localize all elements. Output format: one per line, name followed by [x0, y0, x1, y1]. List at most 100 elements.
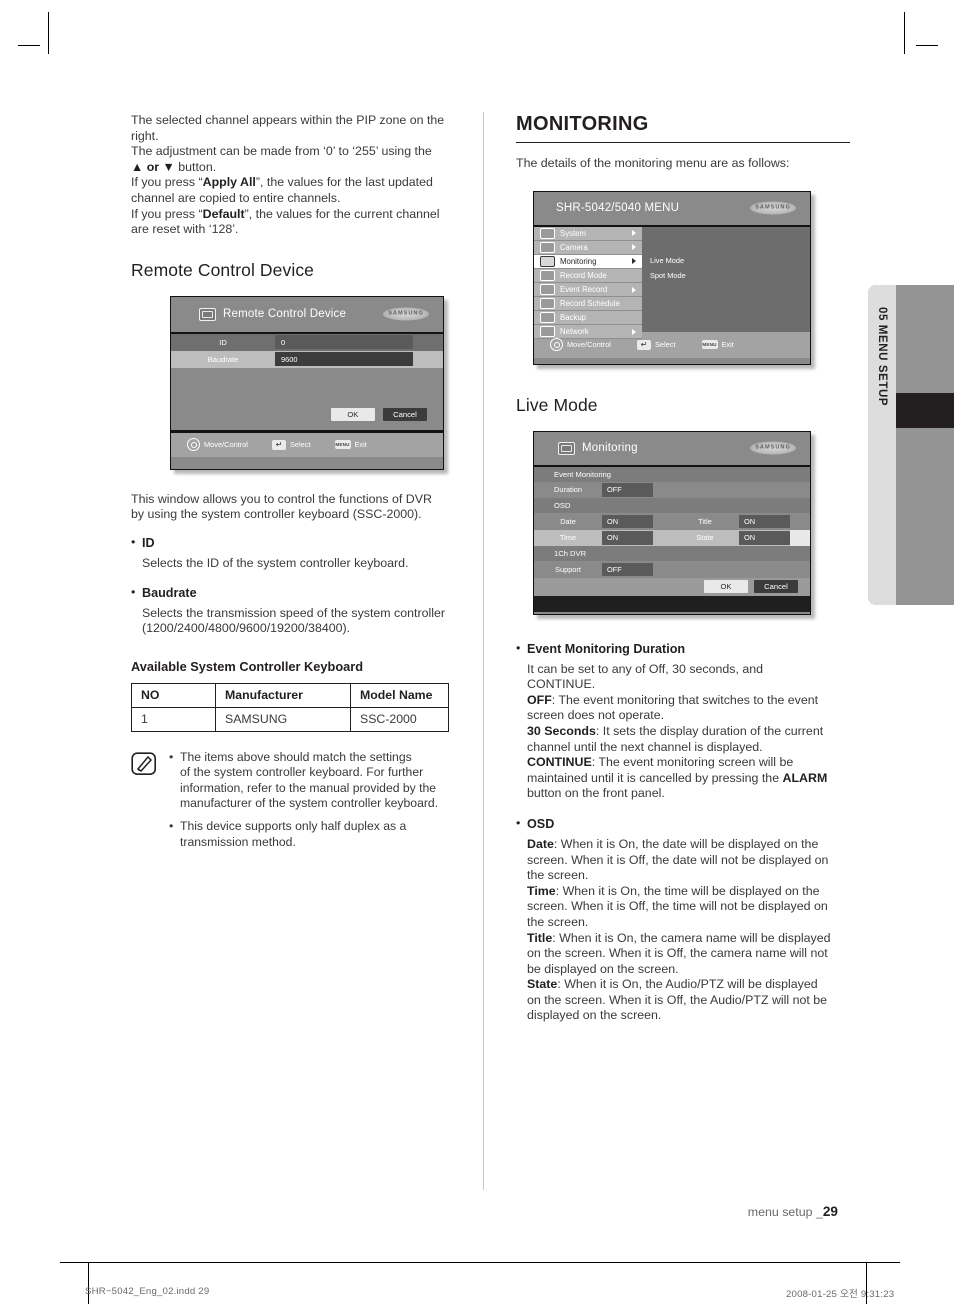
date-label: Date — [560, 516, 576, 526]
duration-value[interactable]: OFF — [602, 483, 653, 497]
chevron-right-icon — [632, 244, 636, 251]
osd-line-12: displayed on the screen. — [527, 1008, 662, 1023]
menu-foot-select-label: Select — [654, 340, 676, 350]
remote-device-icon — [199, 307, 216, 321]
submenu-item-live-mode[interactable]: Live Mode — [650, 256, 810, 265]
bullet-event-duration-label: Event Monitoring Duration — [527, 641, 686, 656]
group-event-monitoring: Event Monitoring — [534, 466, 810, 482]
menu-item-system[interactable]: System — [534, 226, 642, 241]
thumb-tab-label: 05 MENU SETUP — [876, 307, 888, 407]
menu-item-monitoring[interactable]: Monitoring — [534, 254, 642, 269]
page-number: 29 — [822, 1204, 838, 1219]
live-mode-heading: Live Mode — [516, 394, 598, 415]
osd-term-title: Title — [527, 930, 553, 945]
bullet-baudrate: • Baudrate Selects the transmission spee… — [131, 585, 461, 637]
menu-item-label: Record Mode — [560, 270, 607, 280]
table-header-model: Model Name — [350, 682, 449, 708]
rcd-baudrate-label: Baudrate — [207, 354, 239, 364]
row-date-title[interactable]: Date ON Title ON — [534, 513, 810, 530]
osd-line-9: be displayed on the screen. — [527, 961, 679, 976]
page-footer: menu setup _29 — [0, 1204, 838, 1219]
enter-key-icon: ↵ — [271, 439, 286, 450]
time-label: Time — [559, 533, 577, 543]
rcd-ok-button[interactable]: OK — [330, 407, 375, 421]
emd-line-5: : It sets the display duration of the cu… — [595, 723, 824, 738]
date-value[interactable]: ON — [602, 514, 653, 529]
rcd-id-value[interactable]: 0 — [275, 335, 413, 350]
bullet-marker: • — [131, 534, 136, 549]
menu-item-record-mode[interactable]: Record Mode — [534, 268, 642, 283]
note-block: • The items above should match the setti… — [131, 750, 461, 850]
bullet-baudrate-label: Baudrate — [142, 585, 197, 600]
monitoring-cancel-button[interactable]: Cancel — [754, 580, 798, 594]
note-text-2-line-2: transmission method. — [180, 834, 296, 849]
enter-key-icon: ↵ — [636, 339, 651, 350]
support-value[interactable]: OFF — [602, 562, 653, 577]
monitoring-icon — [558, 441, 575, 455]
intro-line-7-pre: If you press “ — [131, 206, 203, 221]
menu-item-record-schedule[interactable]: Record Schedule — [534, 297, 642, 312]
menu-foot-exit-label: Exit — [721, 340, 734, 350]
menu-item-camera[interactable]: Camera — [534, 240, 642, 255]
intro-arrows: ▲ or ▼ — [131, 159, 175, 174]
emd-line-8: maintained until it is cancelled by pres… — [527, 770, 783, 785]
rcd-foot-move: Move/Control — [187, 438, 248, 452]
rcd-baudrate-value[interactable]: 9600 — [275, 352, 413, 367]
record-mode-icon — [540, 269, 555, 281]
samsung-logo: SAMSUNG — [383, 307, 429, 321]
intro-line-5-pre: If you press “ — [131, 175, 203, 190]
menu-item-network[interactable]: Network — [534, 325, 642, 340]
emd-term-off: OFF — [527, 692, 552, 707]
bullet-event-duration-text: It can be set to any of Off, 30 seconds,… — [527, 662, 850, 802]
crop-mark-right-top — [916, 45, 938, 46]
rcd-cancel-button[interactable]: Cancel — [383, 407, 427, 421]
rcd-row-id[interactable]: ID 0 — [171, 333, 443, 351]
rcd-id-label: ID — [219, 337, 227, 347]
monitoring-window: Monitoring SAMSUNG Event Monitoring Dura… — [533, 430, 811, 615]
bullet-baudrate-text: Selects the transmission speed of the sy… — [142, 606, 461, 637]
menu-foot-exit: MENU Exit — [701, 340, 734, 350]
row-support[interactable]: Support OFF — [534, 561, 810, 578]
title-value[interactable]: ON — [739, 514, 790, 529]
submenu-item-spot-mode[interactable]: Spot Mode — [650, 271, 810, 280]
rcd-description-line-1: This window allows you to control the fu… — [131, 491, 432, 506]
system-icon — [540, 227, 555, 239]
emd-line-9: button on the front panel. — [527, 786, 665, 801]
remote-control-device-heading: Remote Control Device — [131, 259, 315, 280]
rcd-title: Remote Control Device — [223, 308, 347, 321]
rcd-description-line-2: by using the system controller keyboard … — [131, 507, 422, 522]
crop-mark-top-right — [904, 12, 905, 54]
note-text-1-line-3: information, refer to the manual provide… — [180, 780, 437, 795]
intro-line-2: right. — [131, 128, 159, 143]
menu-item-label: Event Record — [560, 285, 608, 295]
emd-term-30s: 30 Seconds — [527, 723, 596, 738]
title-rule — [516, 142, 850, 143]
menu-item-event-record[interactable]: Event Record — [534, 282, 642, 298]
crop-mark-left-top — [18, 45, 40, 46]
submenu-list: Live Mode Spot Mode — [642, 227, 810, 332]
intro-line-4-rest: button. — [174, 159, 217, 174]
rcd-foot-exit: MENU Exit — [334, 440, 367, 450]
note-text-2-line-1: This device supports only half duplex as… — [180, 819, 407, 834]
row-duration[interactable]: Duration OFF — [534, 482, 810, 499]
bullet-marker: • — [169, 819, 174, 834]
osd-line-4: : When it is On, the time will be displa… — [555, 883, 820, 898]
state-value[interactable]: ON — [739, 531, 790, 545]
monitoring-ok-button[interactable]: OK — [704, 580, 748, 594]
default-term: Default — [202, 206, 245, 221]
note-text-1-line-4: manufacturer of the system controller ke… — [180, 795, 439, 810]
menu-item-backup[interactable]: Backup — [534, 311, 642, 326]
intro-line-3: The adjustment can be made from ‘0’ to ‘… — [131, 144, 432, 159]
column-divider — [483, 112, 484, 1190]
note-items: • The items above should match the setti… — [169, 750, 461, 850]
bullet-marker: • — [169, 749, 174, 764]
row-time-state[interactable]: Time ON State ON — [534, 529, 810, 547]
intro-paragraph: The selected channel appears within the … — [131, 113, 461, 238]
bullet-osd-label: OSD — [527, 816, 555, 831]
rcd-row-baudrate[interactable]: Baudrate 9600 — [171, 350, 443, 368]
emd-line-7: : The event monitoring screen will be — [591, 755, 794, 770]
note-pencil-icon — [131, 750, 169, 850]
menu-key-icon: MENU — [701, 340, 718, 350]
time-value[interactable]: ON — [602, 531, 653, 545]
table-header-row: NO Manufacturer Model Name — [131, 682, 449, 708]
